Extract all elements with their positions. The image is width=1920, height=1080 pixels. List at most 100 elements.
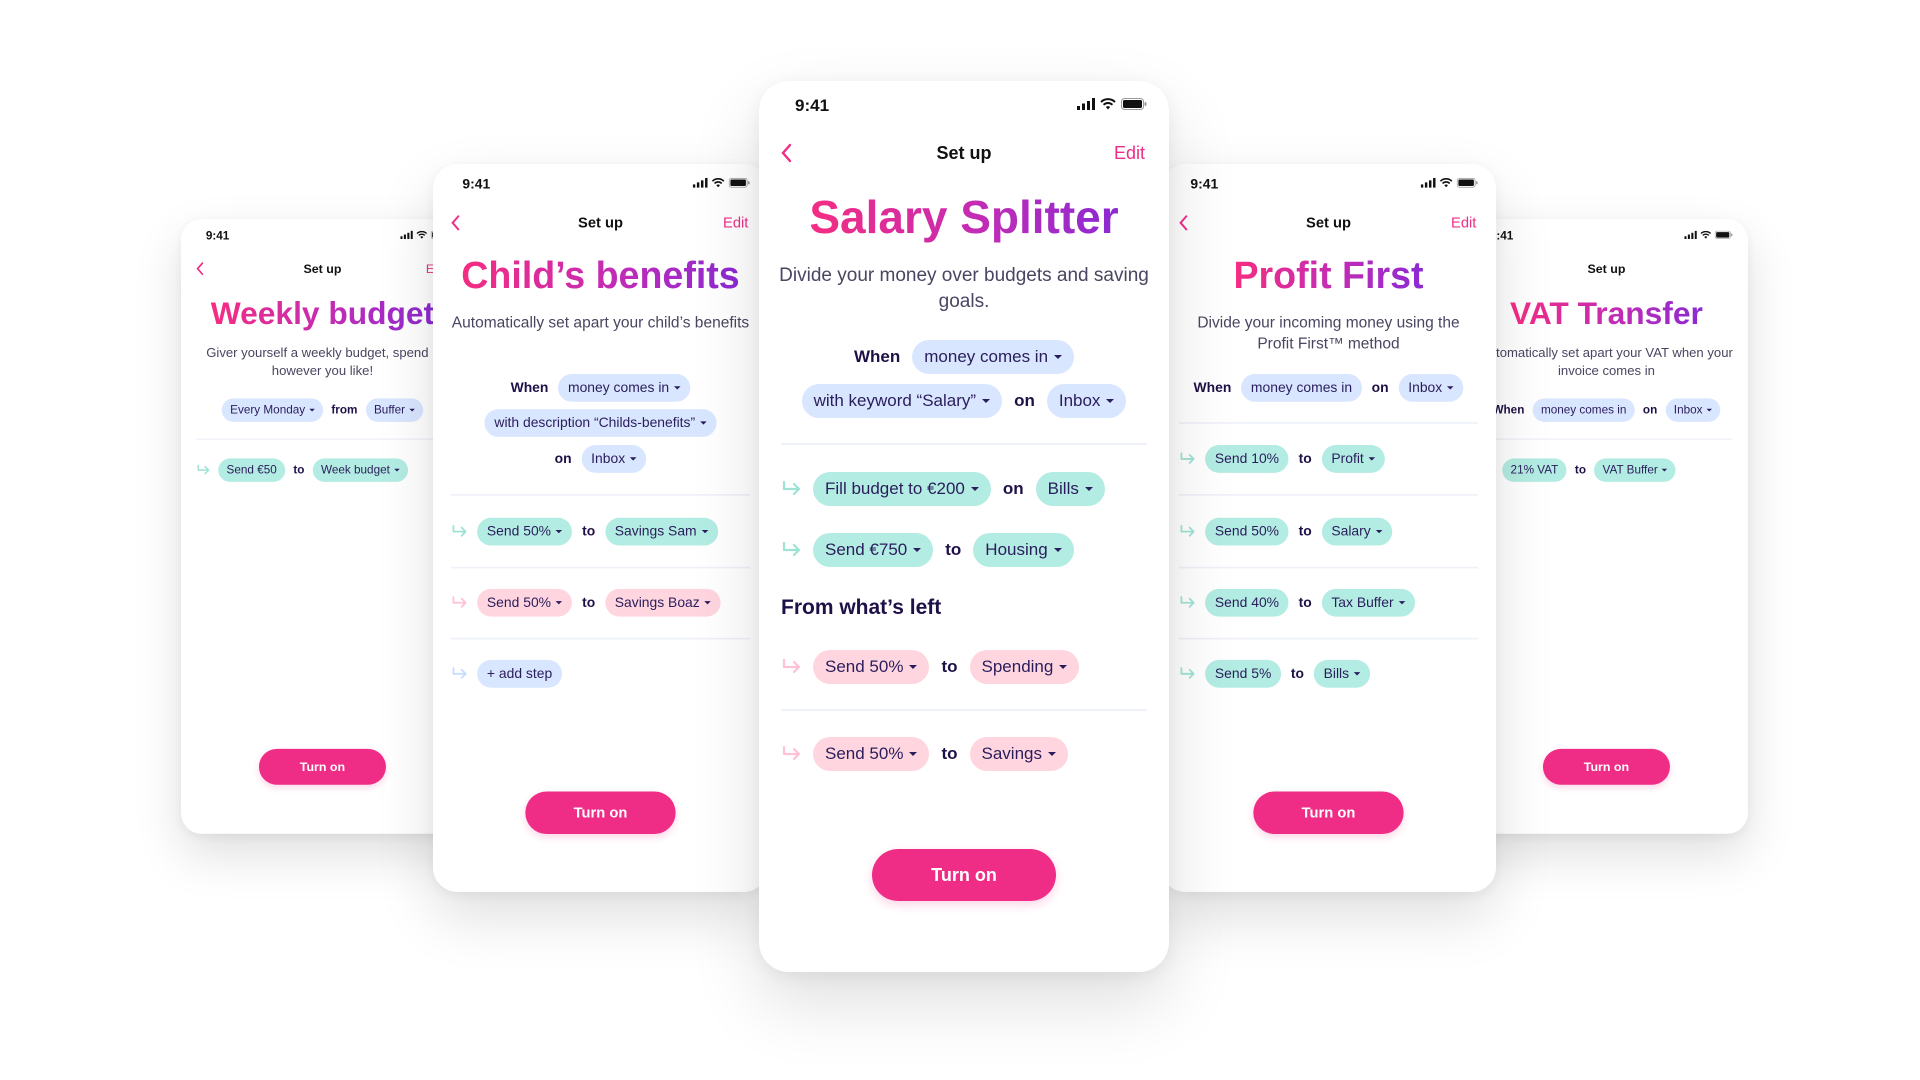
edit-button[interactable]: Edit bbox=[1114, 143, 1145, 164]
send-5-dropdown-pill[interactable]: Send 5% bbox=[1205, 659, 1282, 688]
connector-word: When bbox=[1492, 403, 1525, 417]
connector-word: to bbox=[293, 463, 305, 477]
step-arrow-icon bbox=[1179, 524, 1197, 539]
vat-buffer-dropdown-pill[interactable]: VAT Buffer bbox=[1594, 458, 1676, 482]
pill-label: with description “Childs-benefits” bbox=[494, 414, 696, 431]
status-icons bbox=[692, 177, 750, 192]
trigger-row: When money comes in bbox=[759, 339, 1169, 375]
battery-icon bbox=[1714, 230, 1733, 242]
buffer-dropdown-pill[interactable]: Buffer bbox=[365, 398, 424, 422]
money-comes-in-dropdown-pill[interactable]: money comes in bbox=[1532, 398, 1635, 422]
caret-down-icon bbox=[970, 487, 979, 491]
edit-button[interactable]: Edit bbox=[1451, 215, 1476, 232]
pill-label: Profit bbox=[1331, 450, 1364, 467]
housing-dropdown-pill[interactable]: Housing bbox=[973, 533, 1074, 567]
trigger-row: When money comes in bbox=[433, 373, 768, 402]
spending-dropdown-pill[interactable]: Spending bbox=[969, 650, 1080, 684]
tax-buffer-dropdown-pill[interactable]: Tax Buffer bbox=[1321, 588, 1415, 617]
battery-icon bbox=[728, 177, 750, 192]
turn-on-button[interactable]: Turn on bbox=[872, 849, 1056, 901]
send-750-dropdown-pill[interactable]: Send €750 bbox=[813, 533, 934, 567]
inbox-dropdown-pill[interactable]: Inbox bbox=[1665, 398, 1721, 422]
page-description: Automatically set apart your child’s ben… bbox=[451, 314, 750, 332]
edit-button[interactable]: Edit bbox=[723, 215, 748, 232]
status-time: 9:41 bbox=[462, 176, 491, 192]
money-comes-in-dropdown-pill[interactable]: money comes in bbox=[912, 340, 1075, 374]
send-50-dropdown-pill[interactable]: Send 50% bbox=[477, 588, 573, 617]
money-comes-in-dropdown-pill[interactable]: money comes in bbox=[1241, 373, 1362, 402]
nav-bar: Set up Edit bbox=[759, 139, 1169, 169]
bills-dropdown-pill[interactable]: Bills bbox=[1313, 659, 1371, 688]
pill-label: money comes in bbox=[1540, 403, 1627, 417]
nav-title: Set up bbox=[936, 143, 992, 163]
caret-down-icon bbox=[555, 601, 563, 605]
status-icons bbox=[1077, 97, 1147, 115]
send-40-dropdown-pill[interactable]: Send 40% bbox=[1205, 588, 1289, 617]
divider bbox=[1178, 637, 1478, 640]
money-comes-in-dropdown-pill[interactable]: money comes in bbox=[558, 373, 691, 402]
send-50-dropdown-pill[interactable]: Send €50 bbox=[218, 458, 286, 482]
send-50-dropdown-pill[interactable]: Send 50% bbox=[813, 737, 930, 771]
pill-label: money comes in bbox=[568, 379, 670, 396]
every-monday-dropdown-pill[interactable]: Every Monday bbox=[221, 398, 324, 422]
pill-label: Send 50% bbox=[825, 744, 904, 763]
inbox-dropdown-pill[interactable]: Inbox bbox=[1046, 384, 1127, 418]
pill-label: Send 50% bbox=[486, 523, 552, 540]
caret-down-icon bbox=[1053, 548, 1062, 552]
turn-on-button[interactable]: Turn on bbox=[1253, 791, 1404, 834]
step-row: Fill budget to €200 on Bills bbox=[781, 471, 1169, 507]
profit-dropdown-pill[interactable]: Profit bbox=[1321, 445, 1386, 473]
pill-label: Inbox bbox=[1058, 391, 1101, 410]
savings-boaz-dropdown-pill[interactable]: Savings Boaz bbox=[604, 588, 721, 617]
step-row: Send 10% to Profit bbox=[1179, 444, 1496, 473]
step-arrow-icon bbox=[451, 595, 469, 610]
fill-budget-to-200-dropdown-pill[interactable]: Fill budget to €200 bbox=[813, 472, 991, 506]
pill-label: money comes in bbox=[924, 347, 1049, 366]
trigger-row: on Inbox bbox=[433, 444, 768, 473]
turn-on-button[interactable]: Turn on bbox=[525, 791, 676, 834]
pill-label: Bills bbox=[1047, 479, 1079, 498]
21-vat-dropdown-pill[interactable]: 21% VAT bbox=[1502, 458, 1567, 482]
pill-label: VAT Buffer bbox=[1602, 463, 1658, 477]
signal-icon bbox=[400, 230, 413, 242]
nav-title: Set up bbox=[1306, 214, 1351, 231]
pill-label: Spending bbox=[981, 657, 1054, 676]
pill-label: + add step bbox=[486, 665, 553, 682]
savings-sam-dropdown-pill[interactable]: Savings Sam bbox=[604, 517, 718, 546]
step-row: Send 50% to Savings Sam bbox=[451, 517, 768, 546]
add-step-dropdown-pill[interactable]: + add step bbox=[477, 659, 562, 688]
pill-label: Savings bbox=[981, 744, 1042, 763]
pill-label: Inbox bbox=[1673, 403, 1703, 417]
send-50-dropdown-pill[interactable]: Send 50% bbox=[477, 517, 573, 546]
caret-down-icon bbox=[1353, 672, 1361, 676]
pill-label: Every Monday bbox=[230, 403, 306, 417]
caret-down-icon bbox=[909, 665, 918, 669]
send-50-dropdown-pill[interactable]: Send 50% bbox=[1205, 517, 1289, 546]
with-keyword-salary-dropdown-pill[interactable]: with keyword “Salary” bbox=[801, 384, 1003, 418]
phone-card-vat-transfer: 9:41 Set up VAT Transfer Automatically set … bbox=[1465, 219, 1748, 834]
section-heading: From what’s left bbox=[781, 596, 942, 619]
step-row: Send 50% to Savings Boaz bbox=[451, 588, 768, 617]
page-title: Profit First bbox=[1161, 252, 1496, 298]
send-50-dropdown-pill[interactable]: Send 50% bbox=[813, 650, 930, 684]
savings-dropdown-pill[interactable]: Savings bbox=[969, 737, 1068, 771]
caret-down-icon bbox=[394, 468, 400, 472]
turn-on-button[interactable]: Turn on bbox=[1542, 748, 1670, 785]
send-10-dropdown-pill[interactable]: Send 10% bbox=[1205, 445, 1289, 473]
week-budget-dropdown-pill[interactable]: Week budget bbox=[312, 458, 408, 482]
wifi-icon bbox=[416, 230, 428, 242]
inbox-dropdown-pill[interactable]: Inbox bbox=[581, 445, 647, 473]
with-description-childs-benefits-dropdown-pill[interactable]: with description “Childs-benefits” bbox=[484, 409, 717, 437]
caret-down-icon bbox=[700, 421, 707, 425]
divider bbox=[1178, 494, 1478, 496]
page-title: Salary Splitter bbox=[759, 189, 1169, 245]
connector-word: to bbox=[941, 657, 958, 676]
turn-on-button[interactable]: Turn on bbox=[258, 748, 386, 785]
page-title-text: Profit First bbox=[1233, 253, 1424, 297]
pill-label: Fill budget to €200 bbox=[825, 479, 965, 498]
connector-word: on bbox=[554, 450, 572, 467]
bills-dropdown-pill[interactable]: Bills bbox=[1035, 472, 1105, 506]
salary-dropdown-pill[interactable]: Salary bbox=[1321, 517, 1392, 546]
divider bbox=[1480, 438, 1733, 440]
inbox-dropdown-pill[interactable]: Inbox bbox=[1398, 373, 1464, 402]
